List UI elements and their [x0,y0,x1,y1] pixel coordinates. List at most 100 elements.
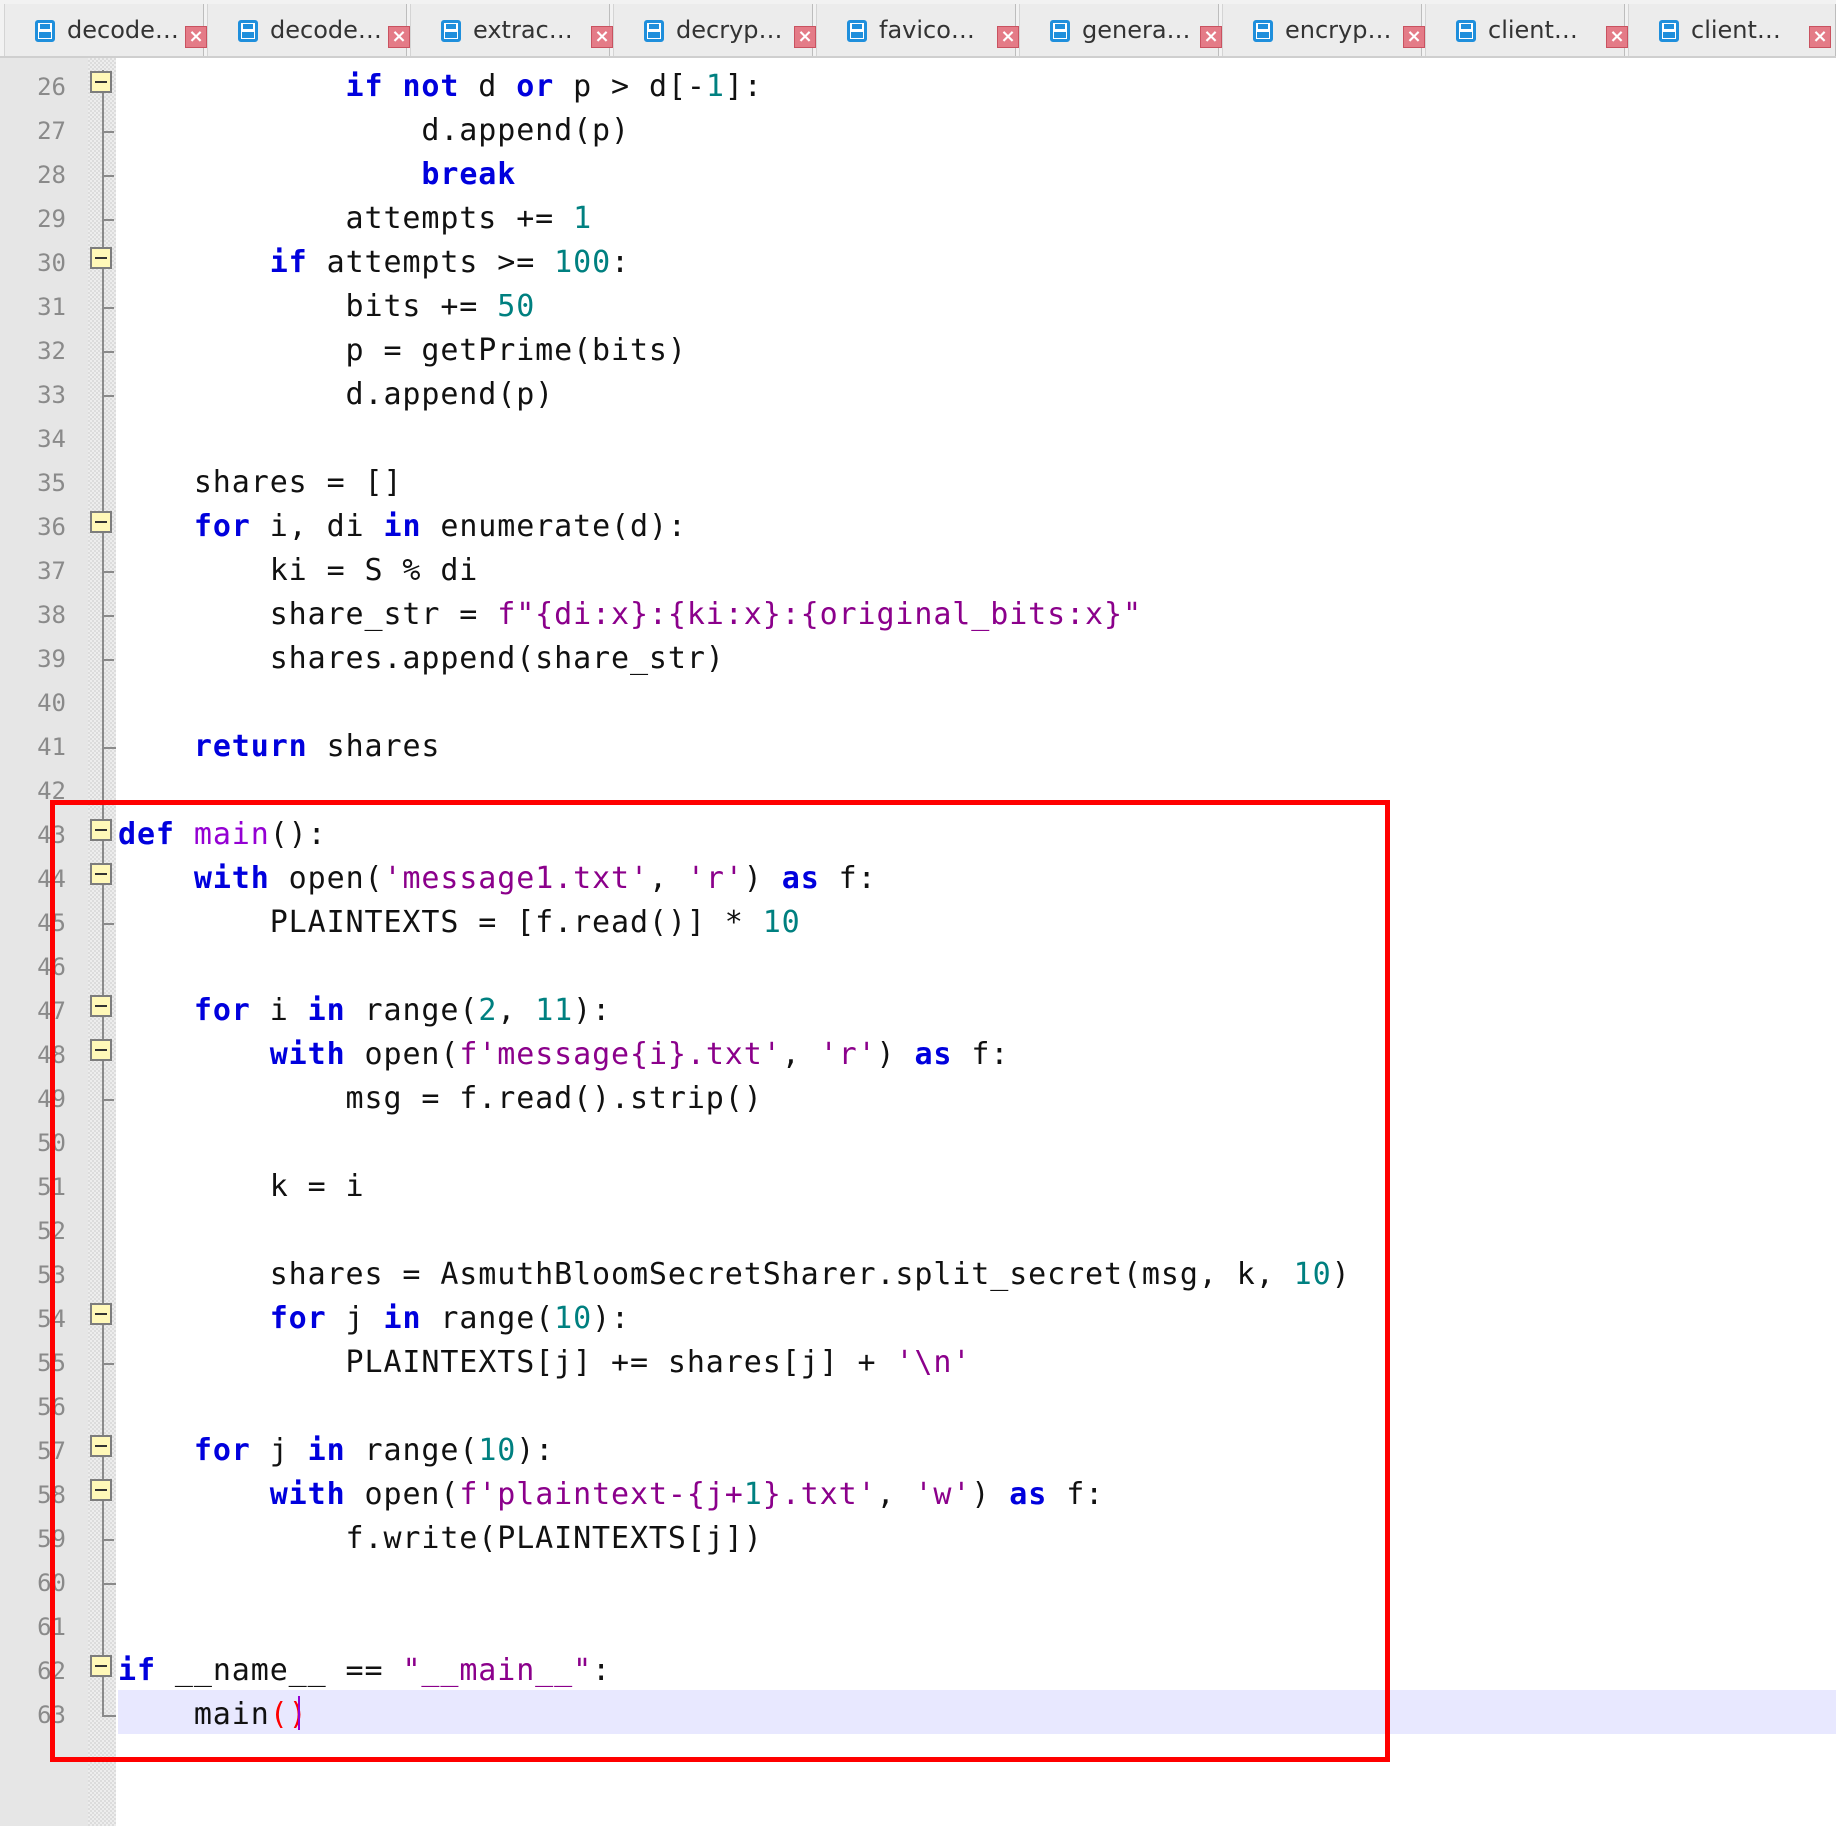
tab-label: encryp… [1285,16,1392,44]
keyword: for [193,509,251,544]
fold-toggle-icon[interactable] [90,247,112,269]
line-number: 40 [37,689,66,717]
string-literal: f"{di:x}:{ki:x}:{original_bits:x}" [497,597,1142,632]
tab-label: favico… [879,16,975,44]
line-number: 26 [37,73,66,101]
line-number: 39 [37,645,66,673]
close-icon[interactable]: × [1606,26,1628,48]
tab-label: client… [1488,16,1578,44]
code-line-33[interactable]: d.append(p) [118,373,554,417]
code-line-39[interactable]: shares.append(share_str) [118,637,725,681]
line-number: 27 [37,117,66,145]
close-icon[interactable]: × [1200,26,1222,48]
fold-tick [102,131,114,133]
code-text: enumerate(d): [421,509,687,544]
tab-label: extrac… [473,16,573,44]
tab-generate[interactable]: genera… × [1019,4,1222,56]
line-number: 41 [37,733,66,761]
code-text: d.append(p) [118,113,630,148]
close-icon[interactable]: × [794,26,816,48]
code-text: shares [307,729,441,764]
code-line-37[interactable]: ki = S % di [118,549,478,593]
highlight-box [50,800,1390,1762]
line-number: 37 [37,557,66,585]
keyword: or [516,69,555,104]
code-line-36[interactable]: for i, di in enumerate(d): [118,505,687,549]
code-line-41[interactable]: return shares [118,725,440,769]
fold-tick [102,571,114,573]
code-text: d [459,69,517,104]
save-icon [35,20,55,42]
tab-client-1[interactable]: client… × [1425,4,1628,56]
fold-tick [102,175,114,177]
code-line-35[interactable]: shares = [] [118,461,402,505]
code-line-27[interactable]: d.append(p) [118,109,630,153]
save-icon [847,20,867,42]
close-icon[interactable]: × [1809,26,1831,48]
code-text: bits += [118,289,498,324]
keyword: if [269,245,308,280]
save-icon [238,20,258,42]
tab-extract[interactable]: extrac… × [410,4,613,56]
close-icon[interactable]: × [388,26,410,48]
line-number: 38 [37,601,66,629]
close-icon[interactable]: × [185,26,207,48]
close-icon[interactable]: × [591,26,613,48]
code-line-31[interactable]: bits += 50 [118,285,535,329]
save-icon [1050,20,1070,42]
line-number: 31 [37,293,66,321]
tab-decrypt[interactable]: decryp… × [613,4,816,56]
code-text: d.append(p) [118,377,555,412]
tab-client-2[interactable]: client… × [1628,4,1836,56]
line-number: 30 [37,249,66,277]
code-text: p = getPrime(bits) [118,333,687,368]
code-line-26[interactable]: if not d or p > d[-1]: [118,65,763,109]
close-icon[interactable]: × [997,26,1019,48]
tab-decode-2[interactable]: decode… × [207,4,410,56]
code-line-28[interactable]: break [118,153,516,197]
code-line-32[interactable]: p = getPrime(bits) [118,329,687,373]
code-text: ]: [724,69,763,104]
code-text: i, di [250,509,384,544]
fold-end-marker [102,747,116,749]
fold-tick [102,659,114,661]
fold-tick [102,615,114,617]
fold-tick [102,307,114,309]
keyword: if [345,69,384,104]
tab-label: decode… [270,16,382,44]
save-icon [441,20,461,42]
tab-encrypt[interactable]: encryp… × [1222,4,1425,56]
code-text: attempts >= [307,245,555,280]
number-literal: 50 [497,289,536,324]
number-literal: 100 [554,245,612,280]
close-icon[interactable]: × [1403,26,1425,48]
tab-label: decryp… [676,16,783,44]
code-text: ki = S % di [118,553,479,588]
tab-favicon[interactable]: favico… × [816,4,1019,56]
save-icon [1253,20,1273,42]
keyword: not [402,69,460,104]
code-text: p > d[- [554,69,706,104]
line-number: 33 [37,381,66,409]
number-literal: 1 [573,201,593,236]
fold-tick [102,219,114,221]
code-text: share_str = [118,597,498,632]
line-number: 34 [37,425,66,453]
code-line-30[interactable]: if attempts >= 100: [118,241,630,285]
save-icon [1659,20,1679,42]
code-line-29[interactable]: attempts += 1 [118,197,592,241]
line-number: 36 [37,513,66,541]
fold-tick [102,395,114,397]
keyword: in [383,509,422,544]
tab-decode-1[interactable]: decode… × [4,4,207,56]
fold-toggle-icon[interactable] [90,511,112,533]
fold-tick [102,351,114,353]
fold-toggle-icon[interactable] [90,71,112,93]
code-line-38[interactable]: share_str = f"{di:x}:{ki:x}:{original_bi… [118,593,1142,637]
